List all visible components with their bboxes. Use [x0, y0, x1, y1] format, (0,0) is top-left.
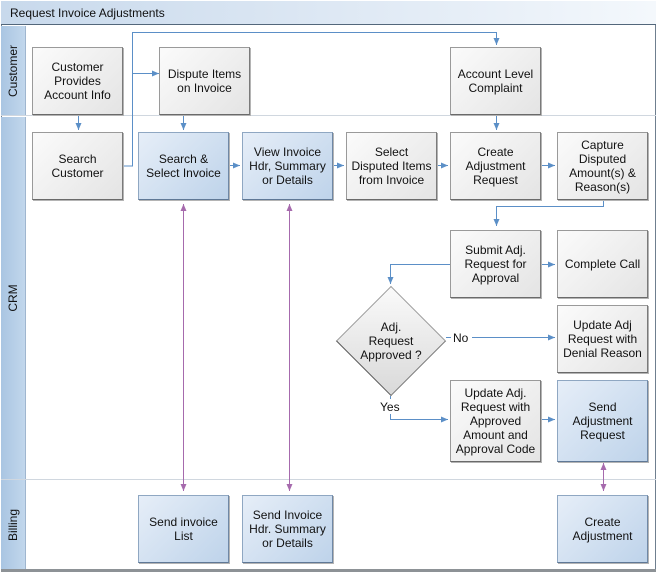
node-account-level-complaint: Account Level Complaint	[450, 47, 541, 115]
lane-divider	[1, 479, 656, 480]
diagram-title: Request Invoice Adjustments	[10, 6, 165, 20]
node-capture-disputed-amounts: Capture Disputed Amount(s) & Reason(s)	[557, 132, 648, 200]
node-create-adjustment-request: Create Adjustment Request	[450, 132, 541, 200]
node-create-adjustment: Create Adjustment	[557, 495, 648, 563]
node-search-select-invoice: Search & Select Invoice	[138, 132, 229, 200]
decision-adj-request-approved: Adj. Request Approved ?	[335, 285, 447, 397]
lane-divider	[1, 115, 656, 116]
edge-label-yes: Yes	[378, 400, 402, 414]
node-update-adj-approved: Update Adj. Request with Approved Amount…	[450, 380, 541, 462]
decision-label: Adj. Request Approved ?	[360, 320, 422, 362]
node-select-disputed-items: Select Disputed Items from Invoice	[346, 132, 437, 200]
diagram-title-bar: Request Invoice Adjustments	[1, 1, 656, 25]
node-send-invoice-hdr: Send Invoice Hdr. Summary or Details	[242, 495, 333, 563]
node-update-adj-denial: Update Adj Request with Denial Reason	[557, 305, 648, 373]
node-view-invoice: View Invoice Hdr, Summary or Details	[242, 132, 333, 200]
lane-customer: Customer	[1, 26, 26, 116]
node-dispute-items-on-invoice: Dispute Items on Invoice	[159, 47, 250, 115]
node-send-invoice-list: Send invoice List	[138, 495, 229, 563]
lane-crm-label: CRM	[6, 284, 20, 312]
node-customer-provides-account-info: Customer Provides Account Info	[32, 47, 123, 115]
node-search-customer: Search Customer	[32, 132, 123, 200]
lane-billing: Billing	[1, 480, 26, 569]
node-send-adjustment-request: Send Adjustment Request	[557, 380, 648, 462]
edge-label-no: No	[451, 331, 471, 345]
node-submit-adj-request: Submit Adj. Request for Approval	[450, 230, 541, 298]
lane-customer-label: Customer	[6, 44, 20, 98]
lane-crm: CRM	[1, 117, 26, 479]
lane-billing-label: Billing	[6, 508, 20, 541]
node-complete-call: Complete Call	[557, 230, 648, 298]
diagram-bottom-border	[1, 569, 656, 572]
